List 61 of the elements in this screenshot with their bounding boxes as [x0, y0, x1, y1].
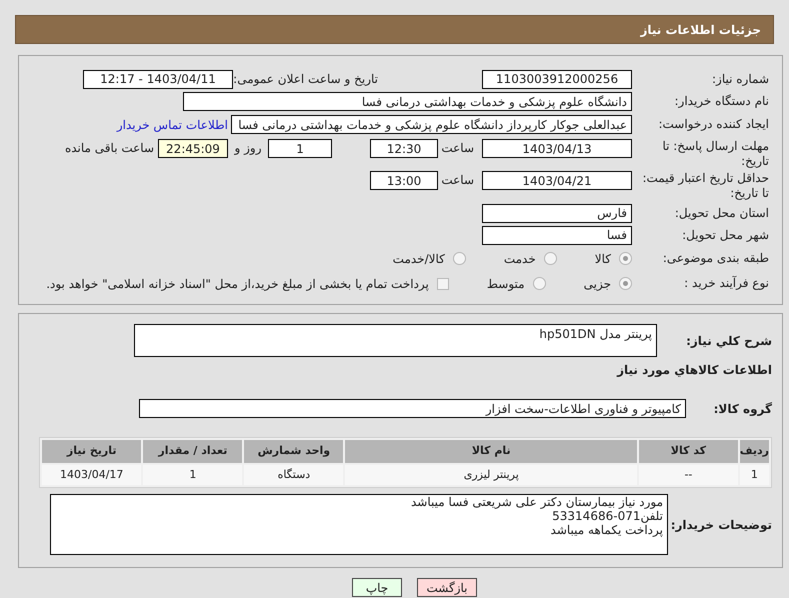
column-header: تعداد / مقدار — [143, 440, 242, 463]
input-field: فارس — [482, 204, 632, 222]
input-field: 1103003912000256 — [482, 70, 632, 88]
field-label: گروه کالا: — [712, 400, 772, 418]
radio-label: متوسط — [486, 276, 525, 292]
field-label: استان محل تحویل: — [674, 206, 769, 220]
field-label: طبقه بندی موضوعی: — [662, 251, 769, 266]
buyer-contact-link[interactable]: اطلاعات تماس خریدار — [116, 116, 228, 134]
field-label: نام دستگاه خریدار: — [674, 94, 769, 109]
input-field: فسا — [482, 226, 632, 244]
column-header: تاریخ نیاز — [42, 440, 142, 463]
notes-field: مورد نیاز بیمارستان دکتر علی شریعتی فسا میباشد تلفن071-53314686 پرداخت یکماهه میباشد — [50, 494, 668, 555]
input-field: دانشگاه علوم پزشکی و خدمات بهداشتی درمانی فسا — [183, 92, 632, 111]
input-field: کامپیوتر و فناوری اطلاعات-سخت افزار — [139, 399, 686, 418]
radio-button[interactable] — [619, 277, 632, 290]
back-button[interactable]: بازگشت — [417, 578, 477, 597]
column-header: ردیف — [740, 440, 769, 463]
table-cell: دستگاه — [244, 465, 344, 485]
input-field: 13:00 — [370, 171, 438, 190]
field-label: ساعت — [440, 140, 475, 157]
radio-button[interactable] — [532, 277, 546, 290]
input-field: 12:30 — [370, 139, 438, 158]
field-label: شماره نیاز: — [711, 72, 769, 86]
print-button[interactable]: چاپ — [352, 578, 402, 597]
field-label: مهلت ارسال پاسخ: تا تاریخ: — [661, 139, 769, 169]
field-label: حداقل تاریخ اعتبار قیمت: تا تاریخ: — [641, 171, 769, 201]
table-cell: پرینتر لیزری — [345, 465, 638, 485]
radio-button[interactable] — [452, 252, 466, 265]
field-label: روز و — [233, 140, 262, 157]
table-cell: 1 — [143, 465, 242, 485]
checkbox[interactable] — [436, 278, 449, 290]
input-field: 1403/04/21 — [482, 171, 632, 190]
radio-label: جزیی — [584, 276, 611, 292]
table-cell: 1 — [740, 465, 769, 485]
description-field: پرینتر مدل hp501DN — [134, 324, 657, 357]
input-field: عبدالعلی جوکار کارپرداز دانشگاه علوم پزشکی و خدمات بهداشتی درمانی فسا — [231, 115, 632, 134]
field-label: ساعت باقی مانده — [64, 140, 154, 157]
countdown-field: 22:45:09 — [158, 139, 228, 158]
section-heading: اطلاعات كالاهاي مورد نياز — [616, 362, 772, 379]
title-bar: جزئیات اطلاعات نیاز — [15, 15, 774, 44]
input-field: 1 — [268, 139, 332, 158]
radio-button[interactable] — [619, 252, 632, 265]
input-field: 1403/04/13 — [482, 139, 632, 158]
field-label: نوع فرآیند خرید : — [683, 276, 769, 291]
field-label: شرح كلي نياز: — [685, 332, 772, 350]
radio-button[interactable] — [544, 252, 557, 265]
table-cell: -- — [639, 465, 738, 485]
radio-label: کالا/خدمت — [392, 250, 445, 268]
field-label: شهر محل تحویل: — [681, 228, 769, 242]
input-field: 1403/04/11 - 12:17 — [83, 70, 233, 88]
column-header: نام کالا — [345, 440, 638, 463]
field-label: تاریخ و ساعت اعلان عمومی: — [233, 72, 378, 86]
checkbox-label: پرداخت تمام یا بخشی از مبلغ خرید،از محل "اسناد خزانه اسلامی" خواهد بود. — [46, 276, 429, 292]
column-header: کد کالا — [639, 440, 738, 463]
table-cell: 1403/04/17 — [42, 465, 142, 485]
radio-label: کالا — [594, 250, 611, 268]
radio-label: خدمت — [504, 250, 536, 268]
column-header: واحد شمارش — [244, 440, 344, 463]
field-label: ساعت — [440, 172, 475, 189]
field-label: ایجاد کننده درخواست: — [657, 117, 769, 132]
field-label: توضیحات خریدار: — [670, 516, 772, 534]
